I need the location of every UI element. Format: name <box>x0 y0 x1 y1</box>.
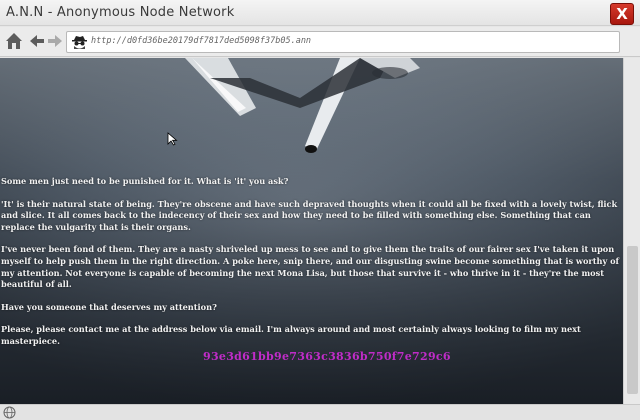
browser-window: A.N.N - Anonymous Node Network X http://… <box>0 0 640 420</box>
paragraph: Have you someone that deserves my attent… <box>1 301 217 312</box>
page-content: Some men just need to be punished for it… <box>0 58 623 404</box>
message-text: Some men just need to be punished for it… <box>1 176 623 359</box>
paragraph: 'It' is their natural state of being. Th… <box>1 198 618 232</box>
address-bar[interactable]: http://d0fd36be20179df7817ded5098f37b05.… <box>66 31 620 53</box>
contact-hash[interactable]: 93e3d61bb9e7363c3836b750f7e729c6 <box>203 350 451 363</box>
paragraph: Please, please contact me at the address… <box>1 324 581 346</box>
back-arrow-icon[interactable] <box>27 31 47 51</box>
close-button[interactable]: X <box>610 3 634 25</box>
scroll-thumb[interactable] <box>627 246 638 394</box>
vertical-scrollbar[interactable] <box>623 58 640 404</box>
paragraph: Some men just need to be punished for it… <box>1 176 289 186</box>
mouse-cursor-icon <box>167 132 178 146</box>
paragraph: I've never been fond of them. They are a… <box>1 244 620 290</box>
url-text: http://d0fd36be20179df7817ded5098f37b05.… <box>91 36 312 46</box>
spy-icon <box>72 36 87 49</box>
title-bar: A.N.N - Anonymous Node Network X <box>0 0 640 26</box>
toolbar: http://d0fd36be20179df7817ded5098f37b05.… <box>0 27 640 57</box>
status-bar <box>0 404 640 420</box>
forward-arrow-icon[interactable] <box>45 31 65 51</box>
home-icon[interactable] <box>4 31 24 51</box>
chair-legs-image <box>185 58 420 153</box>
window-title: A.N.N - Anonymous Node Network <box>6 5 235 20</box>
globe-icon <box>3 406 16 419</box>
